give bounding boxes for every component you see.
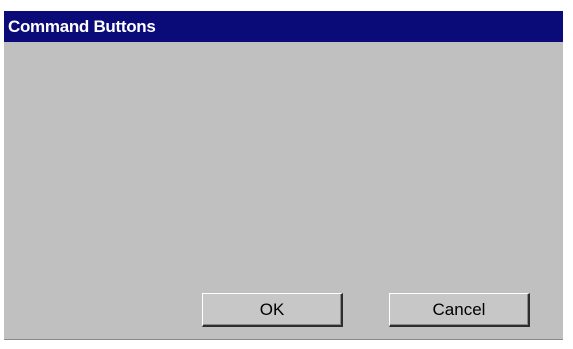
title-bar[interactable]: Command Buttons bbox=[4, 11, 563, 42]
dialog-window: Command Buttons OK Cancel bbox=[4, 11, 563, 340]
ok-button[interactable]: OK bbox=[202, 293, 343, 327]
window-title: Command Buttons bbox=[8, 16, 156, 36]
cancel-button[interactable]: Cancel bbox=[389, 293, 530, 327]
